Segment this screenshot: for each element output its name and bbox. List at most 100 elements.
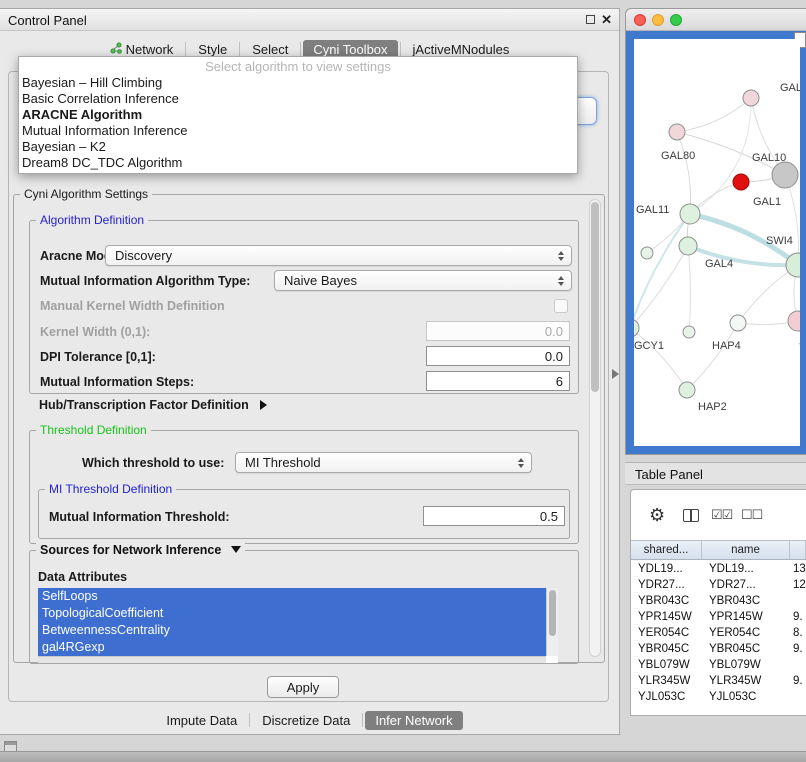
close-icon[interactable]: ✕ [601, 12, 612, 28]
sources-toggle[interactable]: Sources for Network Inference [36, 543, 245, 557]
list-horizontal-scrollbar[interactable] [38, 656, 546, 663]
network-edge[interactable] [738, 265, 798, 323]
network-edge[interactable] [688, 246, 691, 332]
tab-label: jActiveMNodules [413, 42, 510, 57]
mi-threshold-field[interactable]: 0.5 [423, 506, 565, 526]
zoom-traffic-light-icon[interactable] [670, 14, 682, 26]
network-node-hap2[interactable] [679, 382, 695, 398]
network-node-gal80[interactable] [669, 124, 685, 140]
network-node-gal11[interactable] [680, 204, 700, 224]
algorithm-option[interactable]: ARACNE Algorithm [19, 107, 577, 123]
table-panel-window: ⚙ ☑☑ ☐☐ shared...name YDL19...YDL19...13… [630, 489, 806, 716]
tab-label: Select [252, 42, 288, 57]
mi-algorithm-type-label: Mutual Information Algorithm Type: [40, 274, 250, 288]
column-header[interactable]: name [702, 541, 790, 559]
network-edge[interactable] [634, 328, 687, 390]
scrollbar-thumb[interactable] [549, 590, 556, 636]
bottom-tab-infer-network[interactable]: Infer Network [365, 711, 462, 730]
network-node[interactable] [683, 326, 695, 338]
table-cell: 9. [790, 611, 806, 623]
algorithm-dropdown-list: Bayesian – Hill ClimbingBasic Correlatio… [19, 75, 577, 171]
network-edge[interactable] [677, 132, 691, 214]
algorithm-option[interactable]: Basic Correlation Inference [19, 91, 577, 107]
field-value: 0.0 [545, 324, 563, 339]
column-header[interactable] [790, 541, 806, 559]
deselect-all-icon[interactable]: ☐☐ [741, 507, 762, 523]
algorithm-option[interactable]: Bayesian – K2 [19, 139, 577, 155]
table-row[interactable]: YBL079WYBL079W [631, 657, 806, 673]
table-cell: YLR345W [702, 675, 790, 687]
attribute-item[interactable]: gal4RGexp [38, 639, 546, 656]
table-cell: 9. [790, 643, 806, 655]
dpi-tolerance-label: DPI Tolerance [0,1]: [40, 350, 156, 364]
minimize-traffic-light-icon[interactable] [652, 14, 664, 26]
column-header[interactable]: shared... [631, 541, 702, 559]
column-layout-icon[interactable] [683, 509, 699, 522]
table-row[interactable]: YLR345WYLR345W9. [631, 673, 806, 689]
kernel-width-field[interactable]: 0.0 [426, 321, 570, 341]
hub-definition-toggle[interactable]: Hub/Transcription Factor Definition [39, 398, 267, 412]
mi-steps-field[interactable]: 6 [426, 371, 570, 391]
network-node-gal1[interactable] [733, 174, 749, 190]
network-edge[interactable] [677, 98, 751, 132]
node-label: HAP2 [698, 401, 727, 413]
table-row[interactable]: YER054CYER054C8. [631, 625, 806, 641]
network-canvas[interactable]: GALGAL80GAL10GAL1GAL11GAL4SWI4HAP4YGCY1H… [634, 39, 800, 446]
network-node-gal[interactable] [743, 90, 759, 106]
bottom-tab-impute-data[interactable]: Impute Data [156, 711, 247, 730]
network-node-hap4[interactable] [730, 315, 746, 331]
algorithm-option[interactable]: Mutual Information Inference [19, 123, 577, 139]
select-all-icon[interactable]: ☑☑ [711, 507, 732, 523]
network-node-y[interactable] [788, 311, 800, 331]
network-edge[interactable] [785, 175, 799, 265]
scrollbar-thumb[interactable] [591, 202, 599, 392]
network-view-frame: GALGAL80GAL10GAL1GAL11GAL4SWI4HAP4YGCY1H… [626, 31, 806, 454]
splitter-collapse-button[interactable] [612, 369, 619, 379]
network-edge[interactable] [634, 214, 690, 328]
algorithm-option[interactable]: Dream8 DC_TDC Algorithm [19, 155, 577, 171]
table-row[interactable]: YBR043CYBR043C [631, 593, 806, 609]
attribute-item[interactable]: SelfLoops [38, 588, 546, 605]
network-edge[interactable] [690, 98, 751, 214]
table-panel-header: Table Panel [625, 462, 806, 485]
table-row[interactable]: YPR145WYPR145W9. [631, 609, 806, 625]
table-cell: YDR27... [631, 579, 702, 591]
table-cell: YER054C [631, 627, 702, 639]
table-panel-title: Table Panel [635, 467, 703, 482]
algorithm-option[interactable]: Bayesian – Hill Climbing [19, 75, 577, 91]
close-traffic-light-icon[interactable] [634, 14, 646, 26]
algorithm-definition-group: Algorithm Definition Aracne Mode: Discov… [29, 220, 579, 394]
network-view-window: GALGAL80GAL10GAL1GAL11GAL4SWI4HAP4YGCY1H… [625, 8, 806, 455]
list-vertical-scrollbar[interactable] [546, 588, 558, 656]
table-cell: YBR045C [631, 643, 702, 655]
float-window-icon[interactable] [586, 15, 595, 24]
group-title-cyni-settings: Cyni Algorithm Settings [20, 187, 152, 201]
attribute-item[interactable]: TopologicalCoefficient [38, 605, 546, 622]
which-threshold-combobox[interactable]: MI Threshold [235, 452, 532, 473]
table-cell: YBL079W [702, 659, 790, 671]
node-label: HAP4 [712, 340, 741, 352]
network-node-gal10[interactable] [772, 162, 798, 188]
bottom-tab-discretize-data[interactable]: Discretize Data [252, 711, 360, 730]
tab-label: Cyni Toolbox [313, 42, 387, 57]
network-node-gal4[interactable] [679, 237, 697, 255]
apply-button[interactable]: Apply [267, 676, 339, 698]
aracne-mode-combobox[interactable]: Discovery [105, 245, 572, 266]
settings-scrollbar[interactable] [589, 199, 601, 657]
which-threshold-label: Which threshold to use: [82, 456, 224, 470]
table-row[interactable]: YDR27...YDR27...12 [631, 577, 806, 593]
table-row[interactable]: YBR045CYBR045C9. [631, 641, 806, 657]
bottom-window-edge [0, 751, 806, 762]
attribute-item[interactable]: BetweennessCentrality [38, 622, 546, 639]
control-panel-titlebar: Control Panel ✕ [0, 9, 619, 31]
dpi-tolerance-field[interactable]: 0.0 [426, 346, 570, 366]
mi-algorithm-type-combobox[interactable]: Naive Bayes [274, 270, 572, 291]
table-cell: 13 [790, 563, 806, 575]
gear-icon[interactable]: ⚙ [649, 506, 665, 524]
table-cell: YDL19... [702, 563, 790, 575]
table-row[interactable]: YDL19...YDL19...13 [631, 561, 806, 577]
table-row[interactable]: YJL053CYJL053C [631, 689, 806, 705]
field-value: 0.5 [540, 509, 558, 524]
manual-kernel-width-checkbox[interactable] [554, 299, 568, 313]
network-node[interactable] [641, 247, 653, 259]
